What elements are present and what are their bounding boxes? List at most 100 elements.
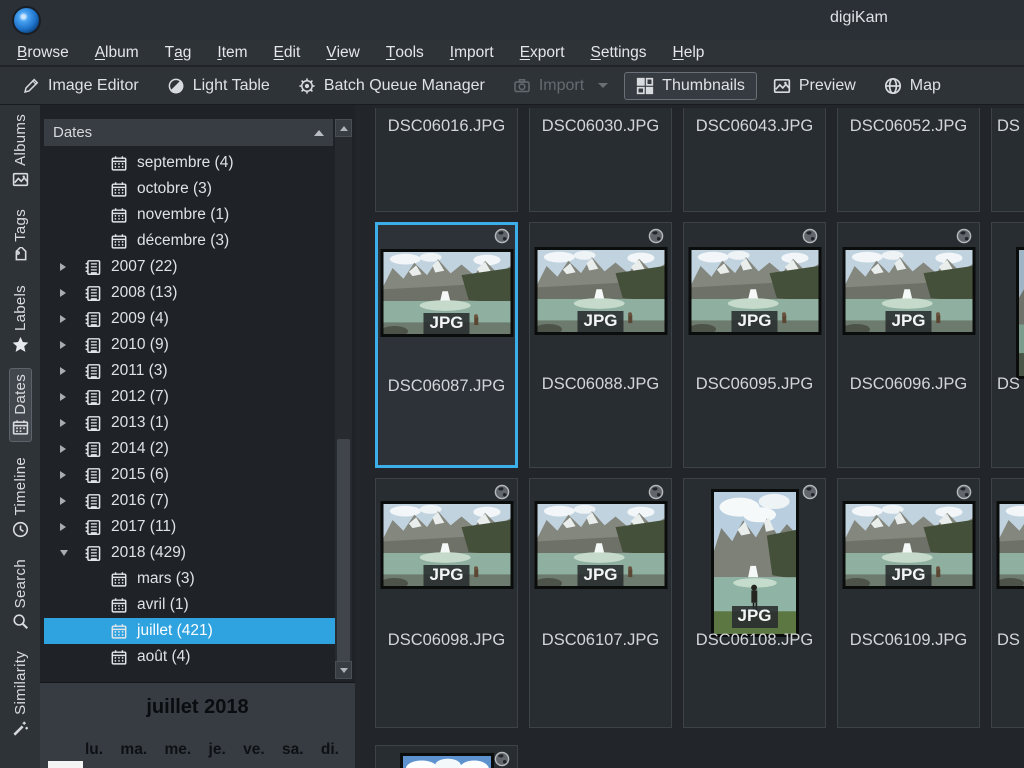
menu-item-help[interactable]: Help: [660, 40, 718, 65]
photo-cell-dsc06087-jpg[interactable]: JPGDSC06087.JPG: [375, 222, 518, 468]
sidebar-tab-search[interactable]: Search: [9, 553, 32, 636]
digikam-logo-icon: [12, 6, 41, 35]
menu-item-item[interactable]: Item: [204, 40, 260, 65]
image-editor-button[interactable]: Image Editor: [10, 72, 151, 100]
photo-cell-dsc06098-jpg[interactable]: JPGDSC06098.JPG: [375, 478, 518, 728]
thumbnails-button[interactable]: Thumbnails: [624, 72, 757, 100]
tree-item-2007-22[interactable]: 2007 (22): [44, 254, 335, 280]
tree-item-2010-9[interactable]: 2010 (9): [44, 332, 335, 358]
expander-collapsed-icon[interactable]: [58, 445, 84, 453]
preview-button[interactable]: Preview: [761, 72, 868, 100]
expander-collapsed-icon[interactable]: [58, 523, 84, 531]
sidebar-tab-label: Albums: [12, 114, 29, 166]
tree-item-label: juillet (421): [137, 622, 213, 640]
scrollbar-up-button[interactable]: [335, 119, 352, 137]
tree-item-2016-7[interactable]: 2016 (7): [44, 488, 335, 514]
photo-cell-dsc06096-jpg[interactable]: JPGDSC06096.JPG: [837, 222, 980, 468]
menu-item-export[interactable]: Export: [507, 40, 578, 65]
calendar-month-title: juillet 2018: [40, 696, 355, 719]
menu-item-browse[interactable]: Browse: [4, 40, 82, 65]
photo-cell-dsc06107-jpg[interactable]: JPGDSC06107.JPG: [529, 478, 672, 728]
tree-item-mars-3[interactable]: mars (3): [44, 566, 335, 592]
photo-cell-dsc06108-jpg[interactable]: JPGDSC06108.JPG: [683, 478, 826, 728]
photo-cell-dsc06109-jpg[interactable]: JPGDSC06109.JPG: [837, 478, 980, 728]
geotag-globe-icon: [494, 751, 510, 767]
scrollbar-thumb[interactable]: [337, 439, 350, 667]
tree-scrollbar[interactable]: [335, 119, 352, 679]
menu-item-edit[interactable]: Edit: [261, 40, 314, 65]
photo-cell-dsc06088-jpg[interactable]: JPGDSC06088.JPG: [529, 222, 672, 468]
tree-item-2011-3[interactable]: 2011 (3): [44, 358, 335, 384]
format-badge: JPG: [577, 565, 623, 587]
map-button[interactable]: Map: [872, 72, 953, 100]
expander-collapsed-icon[interactable]: [58, 471, 84, 479]
menu-item-view[interactable]: View: [313, 40, 373, 65]
geotag-globe-icon: [956, 228, 972, 244]
expander-collapsed-icon[interactable]: [58, 263, 84, 271]
expander-collapsed-icon[interactable]: [58, 419, 84, 427]
tree-item-novembre-1[interactable]: novembre (1): [44, 202, 335, 228]
menu-item-tools[interactable]: Tools: [373, 40, 437, 65]
tree-item-2015-6[interactable]: 2015 (6): [44, 462, 335, 488]
sidebar-tab-tags[interactable]: Tags: [9, 203, 32, 270]
expander-collapsed-icon[interactable]: [58, 393, 84, 401]
expander-collapsed-icon[interactable]: [58, 289, 84, 297]
year-journal-icon: [84, 415, 102, 432]
year-journal-icon: [84, 311, 102, 328]
dates-panel-header[interactable]: Dates: [44, 119, 333, 146]
expander-collapsed-icon[interactable]: [58, 367, 84, 375]
panel-collapse-arrow-icon[interactable]: [314, 130, 324, 136]
sidebar-tab-timeline[interactable]: Timeline: [9, 451, 32, 544]
photo-filename: DSC06098.JPG: [376, 631, 517, 650]
tree-item-2014-2[interactable]: 2014 (2): [44, 436, 335, 462]
scrollbar-down-button[interactable]: [335, 661, 352, 679]
photo-cell-dsc06030-jpg[interactable]: DSC06030.JPG: [529, 108, 672, 212]
light-table-button[interactable]: Light Table: [155, 72, 282, 100]
photo-cell-ds[interactable]: DS: [991, 108, 1024, 212]
tree-item-juillet-421[interactable]: juillet (421): [44, 618, 335, 644]
expander-triangle: [60, 315, 66, 323]
sidebar-tab-labels[interactable]: Labels: [9, 279, 32, 359]
tree-item-d-cembre-3[interactable]: décembre (3): [44, 228, 335, 254]
tree-item-2009-4[interactable]: 2009 (4): [44, 306, 335, 332]
photo-cell-dsc06043-jpg[interactable]: DSC06043.JPG: [683, 108, 826, 212]
tree-item-septembre-4[interactable]: septembre (4): [44, 150, 335, 176]
expander-triangle: [60, 419, 66, 427]
photo-cell-ds[interactable]: JPGDS: [991, 222, 1024, 468]
photo-filename: DSC06043.JPG: [684, 117, 825, 136]
photo-cell-dsc06095-jpg[interactable]: JPGDSC06095.JPG: [683, 222, 826, 468]
photo-cell-dsc06016-jpg[interactable]: DSC06016.JPG: [375, 108, 518, 212]
menu-item-import[interactable]: Import: [437, 40, 507, 65]
batch-queue-manager-button[interactable]: Batch Queue Manager: [286, 72, 497, 100]
menu-item-album[interactable]: Album: [82, 40, 152, 65]
light-table-label: Light Table: [193, 77, 270, 95]
tree-item-label: 2014 (2): [111, 440, 169, 458]
tree-item-octobre-3[interactable]: octobre (3): [44, 176, 335, 202]
dropdown-caret-icon[interactable]: [598, 83, 608, 88]
photo-cell[interactable]: [375, 745, 518, 768]
expander-expanded-icon[interactable]: [58, 550, 84, 556]
tree-item-2018-429[interactable]: 2018 (429): [44, 540, 335, 566]
tree-item-2017-11[interactable]: 2017 (11): [44, 514, 335, 540]
expander-collapsed-icon[interactable]: [58, 497, 84, 505]
expander-collapsed-icon[interactable]: [58, 315, 84, 323]
tree-item-2012-7[interactable]: 2012 (7): [44, 384, 335, 410]
tree-item-avril-1[interactable]: avril (1): [44, 592, 335, 618]
tree-item-2013-1[interactable]: 2013 (1): [44, 410, 335, 436]
sidebar-tab-dates[interactable]: Dates: [9, 368, 32, 443]
year-journal-icon: [84, 467, 102, 484]
calendar-month-icon: [110, 155, 128, 172]
tree-item-ao-t-4[interactable]: août (4): [44, 644, 335, 670]
sidebar-tab-albums[interactable]: Albums: [9, 108, 32, 194]
photo-filename: DSC06052.JPG: [838, 117, 979, 136]
expander-collapsed-icon[interactable]: [58, 341, 84, 349]
menu-item-settings[interactable]: Settings: [578, 40, 660, 65]
photo-cell-ds[interactable]: JPGDS: [991, 478, 1024, 728]
weekday-header-me: me.: [164, 741, 191, 759]
sidebar-tab-similarity[interactable]: Similarity: [9, 645, 32, 743]
menu-item-tag[interactable]: Tag: [152, 40, 205, 65]
photo-cell-dsc06052-jpg[interactable]: DSC06052.JPG: [837, 108, 980, 212]
calendar-day-cell[interactable]: [48, 761, 83, 768]
tree-item-2008-13[interactable]: 2008 (13): [44, 280, 335, 306]
import-button[interactable]: Import: [501, 72, 620, 100]
